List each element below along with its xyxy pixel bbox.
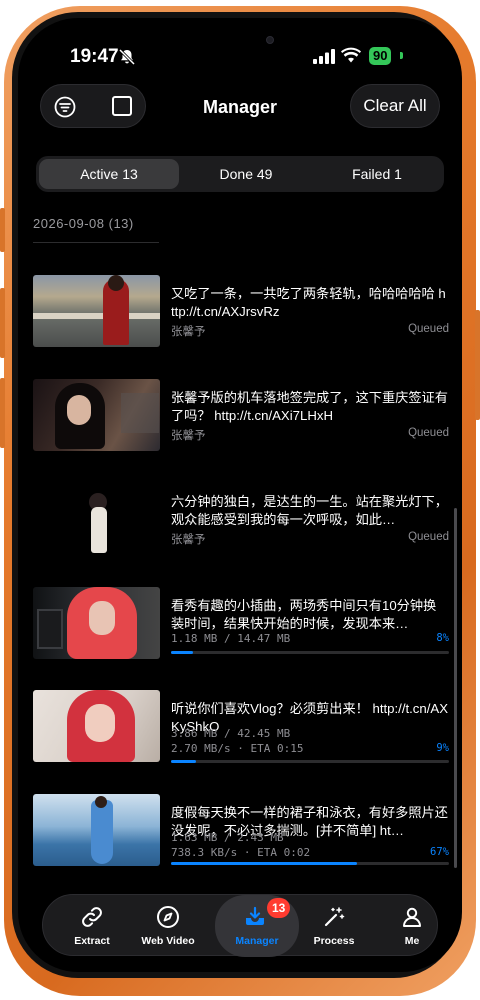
download-item[interactable]: 又吃了一条，一共吃了两条轻轨，哈哈哈哈哈 http://t.cn/AXJrsvR…	[33, 275, 449, 349]
tab-manager[interactable]: 13 Manager	[215, 895, 299, 957]
segment-failed[interactable]: Failed 1	[313, 159, 441, 189]
item-size: 1.63 MB / 2.43 MB	[171, 831, 284, 844]
power-button	[475, 310, 480, 420]
battery-level: 90	[369, 47, 392, 65]
progress-bar	[171, 862, 449, 865]
filter-icon[interactable]	[54, 96, 76, 118]
select-checkbox-icon[interactable]	[112, 96, 132, 116]
battery-tip	[400, 52, 403, 59]
bell-slash-icon	[118, 48, 136, 66]
tab-web-video[interactable]: Web Video	[129, 895, 207, 957]
date-group-header: 2026-09-08 (13)	[33, 216, 134, 231]
screen: 19:47 90 Manager Clear All Active 13 Don…	[18, 18, 462, 972]
status-time: 19:47	[70, 46, 119, 67]
dynamic-island	[164, 28, 316, 72]
video-thumbnail	[33, 690, 160, 762]
camera-dot	[266, 36, 274, 44]
item-status: Queued	[408, 427, 449, 439]
tab-label: Manager	[235, 935, 279, 947]
segment-active[interactable]: Active 13	[39, 159, 179, 189]
video-thumbnail	[33, 587, 160, 659]
item-author: 张馨予	[171, 534, 206, 546]
tab-label: Extract	[74, 935, 110, 947]
item-percent: 67%	[430, 846, 449, 858]
video-thumbnail	[33, 275, 160, 347]
item-status: Queued	[408, 531, 449, 543]
item-percent: 8%	[436, 632, 449, 644]
download-item[interactable]: 看秀有趣的小插曲，两场秀中间只有10分钟换装时间，结果快开始的时候，发现本来… …	[33, 587, 449, 661]
volume-down-button	[0, 378, 5, 448]
item-size: 3.86 MB / 42.45 MB	[171, 727, 291, 740]
progress-bar	[171, 651, 449, 654]
item-title: 看秀有趣的小插曲，两场秀中间只有10分钟换装时间，结果快开始的时候，发现本来…	[171, 598, 437, 631]
download-item[interactable]: 听说你们喜欢Vlog？必须剪出来！ http://t.cn/AXKyShkO 3…	[33, 690, 449, 764]
tab-me[interactable]: Me	[373, 895, 451, 957]
volume-up-button	[0, 288, 5, 358]
tab-extract[interactable]: Extract	[53, 895, 131, 957]
item-author: 张馨予	[171, 326, 206, 338]
download-item[interactable]: 六分钟的独白，是达生的一生。站在聚光灯下，观众能感受到我的每一次呼吸，如此… 张…	[33, 483, 449, 557]
download-item[interactable]: 度假每天换不一样的裙子和泳衣，有好多照片还没发呢，不必过多揣测。[并不简单] h…	[33, 794, 449, 868]
item-title: 张馨予版的机车落地签完成了，这下重庆签证有了吗？ http://t.cn/AXi…	[171, 390, 448, 423]
item-speed: 738.3 KB/s · ETA 0:02	[171, 846, 311, 859]
item-percent: 9%	[436, 742, 449, 754]
progress-fill	[171, 862, 358, 865]
person-icon	[403, 907, 421, 927]
item-size: 1.18 MB / 14.47 MB	[171, 632, 291, 645]
item-speed: 2.70 MB/s · ETA 0:15	[171, 742, 304, 755]
item-author: 张馨予	[171, 430, 206, 442]
progress-bar	[171, 760, 449, 763]
scrollbar[interactable]	[454, 508, 457, 868]
segment-done[interactable]: Done 49	[179, 159, 313, 189]
item-title: 六分钟的独白，是达生的一生。站在聚光灯下，观众能感受到我的每一次呼吸，如此…	[171, 494, 448, 527]
magic-wand-icon	[324, 907, 345, 927]
item-title: 又吃了一条，一共吃了两条轻轨，哈哈哈哈哈 http://t.cn/AXJrsvR…	[171, 286, 446, 319]
wifi-icon	[341, 47, 361, 63]
video-thumbnail	[33, 483, 160, 555]
tab-label: Me	[404, 935, 420, 947]
download-tray-icon	[246, 906, 264, 925]
tab-label: Process	[313, 935, 355, 947]
tab-bar: Extract Web Video 13 Manager Process Me	[42, 894, 438, 957]
progress-fill	[171, 651, 194, 654]
video-thumbnail	[33, 794, 160, 866]
progress-fill	[171, 760, 197, 763]
download-item[interactable]: 张馨予版的机车落地签完成了，这下重庆签证有了吗？ http://t.cn/AXi…	[33, 379, 449, 453]
tab-process[interactable]: Process	[295, 895, 373, 957]
item-status: Queued	[408, 323, 449, 335]
page-title: Manager	[202, 97, 278, 117]
divider	[33, 242, 159, 243]
compass-icon	[157, 906, 179, 928]
action-button	[0, 208, 5, 252]
video-thumbnail	[33, 379, 160, 451]
clear-all-button[interactable]: Clear All	[350, 84, 440, 128]
manager-badge: 13	[267, 898, 291, 918]
tab-label: Web Video	[141, 935, 195, 947]
link-icon	[82, 907, 102, 927]
cellular-signal-icon	[313, 49, 335, 64]
status-segmented-control: Active 13 Done 49 Failed 1	[36, 156, 444, 192]
